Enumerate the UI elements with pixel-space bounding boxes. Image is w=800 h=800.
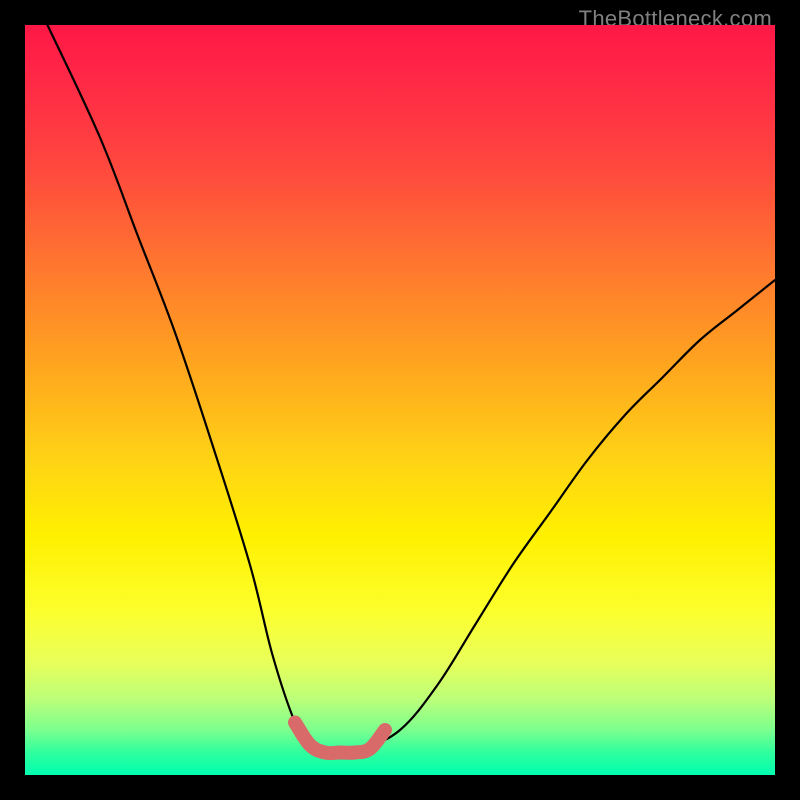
chart-svg: [25, 25, 775, 775]
series-sweet-spot: [295, 723, 385, 754]
plot-area: [25, 25, 775, 775]
chart-stage: TheBottleneck.com: [0, 0, 800, 800]
series-bottleneck-curve: [48, 25, 776, 753]
